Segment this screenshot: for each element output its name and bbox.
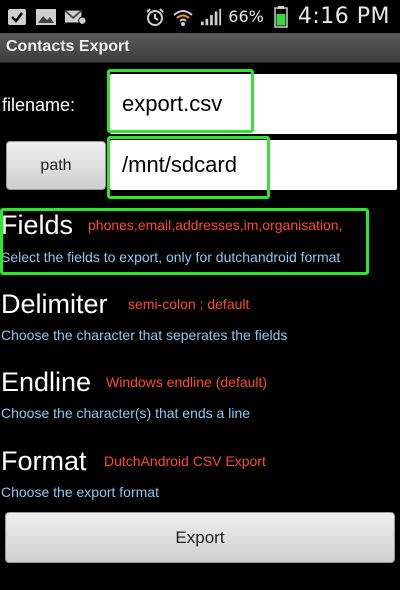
setting-description: Select the fields to export, only for du… bbox=[1, 249, 341, 265]
path-input[interactable]: /mnt/sdcard bbox=[110, 140, 397, 190]
signal-icon bbox=[200, 7, 222, 27]
setting-value: semi-colon ; default bbox=[128, 296, 250, 312]
export-button[interactable]: Export bbox=[5, 512, 395, 563]
setting-title: Delimiter bbox=[1, 289, 108, 319]
filename-label: filename: bbox=[2, 95, 76, 115]
alarm-icon bbox=[144, 7, 166, 27]
setting-value: phones,email,addresses,im,organisation, bbox=[88, 217, 343, 233]
setting-value: DutchAndroid CSV Export bbox=[104, 453, 266, 469]
setting-title: Endline bbox=[1, 367, 92, 397]
image-icon bbox=[35, 7, 57, 27]
filename-input[interactable]: export.csv bbox=[110, 74, 397, 134]
setting-description: Choose the export format bbox=[1, 484, 159, 500]
app-title-bar: Contacts Export bbox=[0, 33, 400, 63]
gmail-icon bbox=[64, 7, 86, 27]
clock: 4:16 PM bbox=[297, 4, 390, 29]
battery-percent: 66% bbox=[228, 7, 264, 26]
setting-description: Choose the character(s) that ends a line bbox=[1, 405, 251, 421]
setting-title: Format bbox=[1, 446, 87, 476]
battery-icon bbox=[270, 5, 292, 28]
app-title: Contacts Export bbox=[6, 38, 130, 55]
wifi-icon bbox=[172, 7, 194, 27]
path-button[interactable]: path bbox=[6, 141, 106, 190]
status-bar: 66% 4:16 PM bbox=[0, 0, 400, 33]
setting-value: Windows endline (default) bbox=[106, 374, 268, 390]
setting-title: Fields bbox=[1, 210, 74, 240]
check-icon bbox=[6, 7, 28, 27]
setting-description: Choose the character that seperates the … bbox=[1, 327, 288, 343]
